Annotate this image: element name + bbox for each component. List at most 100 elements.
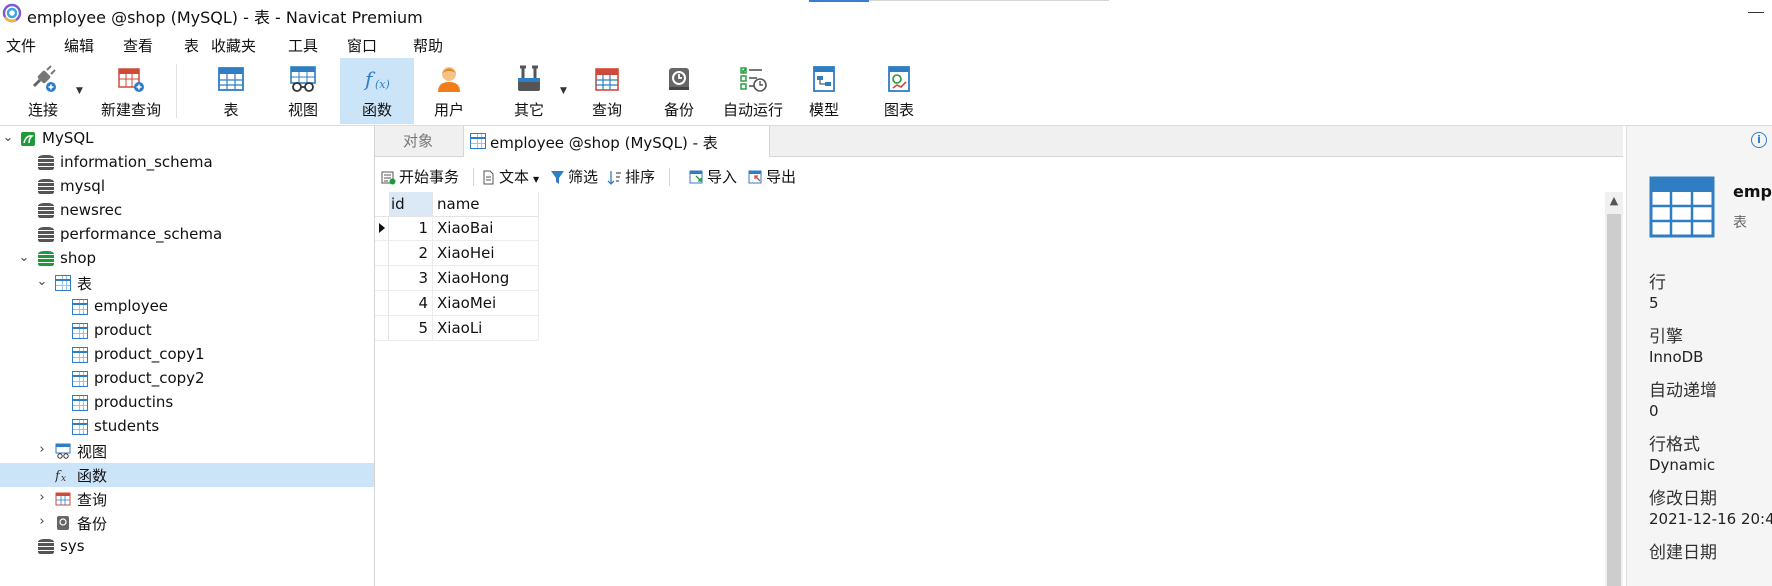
menu-file[interactable]: 文件 bbox=[6, 35, 36, 56]
other-dropdown-icon[interactable]: ▼ bbox=[560, 86, 567, 96]
import-label: 导入 bbox=[707, 168, 738, 186]
tree-table-product-copy2[interactable]: product_copy2 bbox=[0, 367, 374, 391]
scrollbar-thumb[interactable] bbox=[1607, 214, 1621, 586]
model-label: 模型 bbox=[808, 101, 839, 119]
tree-db-newsrec[interactable]: newsrec bbox=[0, 199, 374, 223]
cell-name[interactable]: XiaoMei bbox=[433, 291, 539, 315]
tree-folder-tables[interactable]: ⌄ 表 bbox=[0, 271, 374, 295]
table-button[interactable]: 表 bbox=[202, 58, 260, 124]
backup-button[interactable]: 备份 bbox=[650, 58, 708, 124]
title-accent-bar bbox=[809, 0, 869, 2]
menu-window[interactable]: 窗口 bbox=[347, 35, 377, 56]
query-button[interactable]: 查询 bbox=[578, 58, 636, 124]
mysql-connection-icon bbox=[21, 132, 35, 146]
cell-id[interactable]: 5 bbox=[389, 316, 433, 340]
other-button[interactable]: 其它 bbox=[500, 58, 558, 124]
menu-edit[interactable]: 编辑 bbox=[64, 35, 94, 56]
user-button[interactable]: 用户 bbox=[420, 58, 478, 124]
tree-folder-queries[interactable]: › 查询 bbox=[0, 487, 374, 511]
model-button[interactable]: 模型 bbox=[795, 58, 853, 124]
tree-db-information-schema[interactable]: information_schema bbox=[0, 151, 374, 175]
cell-id[interactable]: 4 bbox=[389, 291, 433, 315]
row-indicator[interactable] bbox=[375, 216, 389, 240]
data-grid[interactable]: id name 1 XiaoBai 2 XiaoHei 3 XiaoHong 4… bbox=[375, 192, 1605, 586]
begin-transaction-button[interactable]: 开始事务 bbox=[381, 166, 459, 187]
menu-view[interactable]: 查看 bbox=[123, 35, 153, 56]
cell-name[interactable]: XiaoHong bbox=[433, 266, 539, 290]
row-indicator[interactable] bbox=[375, 266, 389, 290]
collapse-chevron-icon[interactable]: ⌄ bbox=[18, 250, 30, 265]
cell-name[interactable]: XiaoLi bbox=[433, 316, 539, 340]
svg-text:(x): (x) bbox=[375, 78, 390, 91]
tree-connection-label: MySQL bbox=[42, 129, 94, 147]
text-icon bbox=[483, 170, 494, 185]
menu-table[interactable]: 表 bbox=[184, 35, 199, 56]
tree-folder-label: 表 bbox=[77, 275, 93, 293]
cell-id[interactable]: 2 bbox=[389, 241, 433, 265]
menu-tools[interactable]: 工具 bbox=[288, 35, 318, 56]
function-button[interactable]: f (x) 函数 bbox=[340, 58, 414, 124]
title-accent-line bbox=[869, 0, 1109, 1]
chart-button[interactable]: 图表 bbox=[870, 58, 928, 124]
collapse-chevron-icon[interactable]: ⌄ bbox=[36, 274, 48, 289]
tables-folder-icon bbox=[55, 275, 71, 291]
grid-vertical-scrollbar[interactable]: ▲ bbox=[1605, 192, 1623, 586]
query-label: 查询 bbox=[591, 101, 622, 119]
tree-db-sys[interactable]: sys bbox=[0, 535, 374, 559]
views-folder-icon bbox=[55, 443, 71, 459]
cell-id[interactable]: 3 bbox=[389, 266, 433, 290]
view-button[interactable]: 视图 bbox=[274, 58, 332, 124]
table-row[interactable]: 1 XiaoBai bbox=[375, 216, 539, 241]
tree-table-productins[interactable]: productins bbox=[0, 391, 374, 415]
scroll-up-icon[interactable]: ▲ bbox=[1605, 194, 1623, 208]
tree-db-shop[interactable]: ⌄ shop bbox=[0, 247, 374, 271]
title-bar: employee @shop (MySQL) - 表 - Navicat Pre… bbox=[0, 0, 1772, 28]
column-header-id[interactable]: id bbox=[389, 192, 433, 216]
connection-dropdown-icon[interactable]: ▼ bbox=[76, 86, 83, 96]
tab-objects[interactable]: 对象 bbox=[375, 126, 461, 156]
export-button[interactable]: 导出 bbox=[748, 166, 796, 187]
tree-folder-backups[interactable]: › 备份 bbox=[0, 511, 374, 535]
connection-label: 连接 bbox=[27, 101, 58, 119]
column-header-name[interactable]: name bbox=[433, 192, 539, 216]
menu-help[interactable]: 帮助 bbox=[413, 35, 443, 56]
tree-table-students[interactable]: students bbox=[0, 415, 374, 439]
expand-chevron-icon[interactable]: › bbox=[36, 442, 48, 457]
tree-table-product-copy1[interactable]: product_copy1 bbox=[0, 343, 374, 367]
filter-button[interactable]: 筛选 bbox=[550, 166, 598, 187]
import-button[interactable]: 导入 bbox=[689, 166, 737, 187]
tree-folder-functions[interactable]: f x 函数 bbox=[0, 463, 374, 487]
sort-button[interactable]: 排序 bbox=[607, 166, 655, 187]
tree-table-employee[interactable]: employee bbox=[0, 295, 374, 319]
object-info-panel: i emplo 表 行 5 引擎 InnoDB 自动递增 0 行格式 Dynam… bbox=[1626, 126, 1772, 586]
info-icon[interactable]: i bbox=[1751, 132, 1767, 148]
automation-button[interactable]: 自动运行 bbox=[720, 58, 786, 124]
expand-chevron-icon[interactable]: › bbox=[36, 490, 48, 505]
tree-folder-views[interactable]: › 视图 bbox=[0, 439, 374, 463]
table-row[interactable]: 3 XiaoHong bbox=[375, 266, 539, 291]
expand-chevron-icon[interactable]: › bbox=[36, 514, 48, 529]
cell-name[interactable]: XiaoBai bbox=[433, 216, 539, 240]
tree-db-mysql[interactable]: mysql bbox=[0, 175, 374, 199]
tree-table-product[interactable]: product bbox=[0, 319, 374, 343]
navigation-tree: ⌄ MySQL information_schema mysql newsrec… bbox=[0, 126, 374, 586]
new-query-button[interactable]: 新建查询 bbox=[88, 58, 174, 124]
table-row[interactable]: 2 XiaoHei bbox=[375, 241, 539, 266]
text-button[interactable]: 文本 ▼ bbox=[481, 166, 539, 187]
table-row[interactable]: 5 XiaoLi bbox=[375, 316, 539, 341]
minimize-icon[interactable] bbox=[1748, 12, 1764, 13]
collapse-chevron-icon[interactable]: ⌄ bbox=[2, 130, 14, 145]
cell-id[interactable]: 1 bbox=[389, 216, 433, 240]
row-indicator[interactable] bbox=[375, 291, 389, 315]
connection-button[interactable]: 连接 bbox=[14, 58, 72, 124]
menu-favorites[interactable]: 收藏夹 bbox=[211, 35, 256, 56]
row-indicator[interactable] bbox=[375, 316, 389, 340]
row-indicator[interactable] bbox=[375, 241, 389, 265]
tree-connection-mysql[interactable]: ⌄ MySQL bbox=[0, 127, 374, 151]
cell-name[interactable]: XiaoHei bbox=[433, 241, 539, 265]
table-row[interactable]: 4 XiaoMei bbox=[375, 291, 539, 316]
tab-employee-table[interactable]: employee @shop (MySQL) - 表 bbox=[463, 126, 770, 157]
text-dropdown-icon[interactable]: ▼ bbox=[533, 175, 539, 184]
tree-db-performance-schema[interactable]: performance_schema bbox=[0, 223, 374, 247]
table-icon bbox=[72, 419, 88, 435]
